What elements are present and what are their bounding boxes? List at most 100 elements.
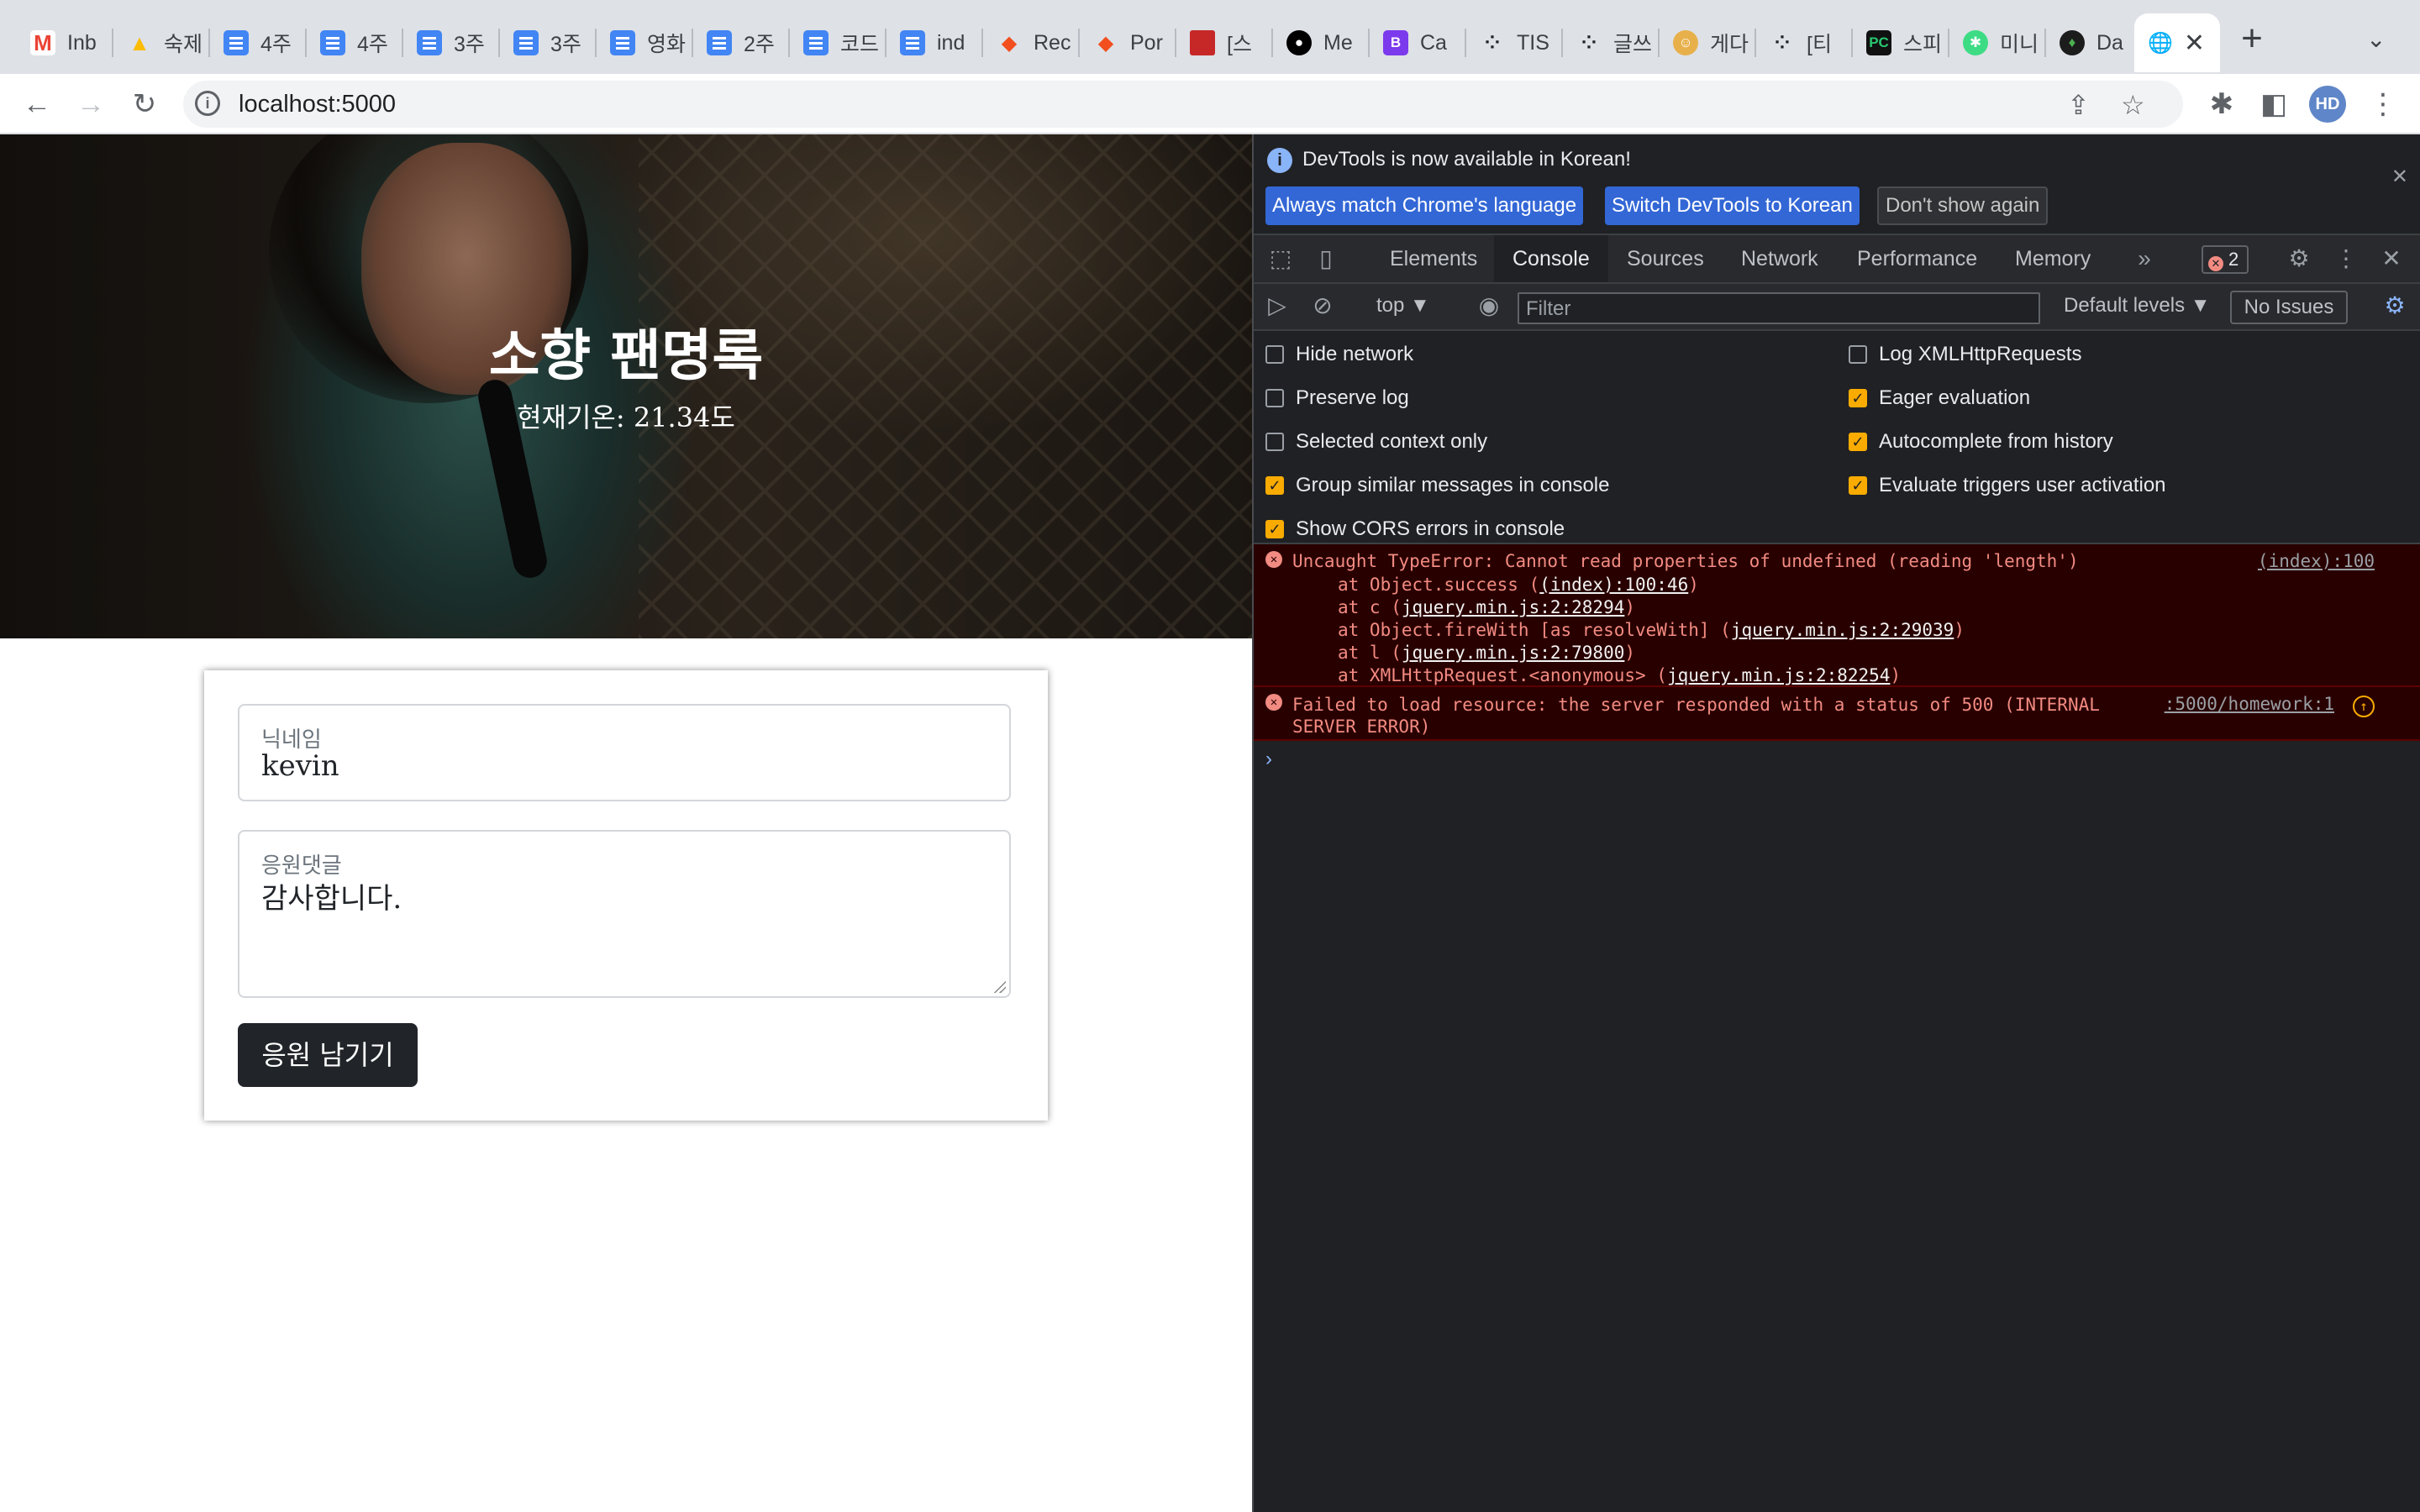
network-request-icon[interactable]: ↑ — [2353, 696, 2375, 717]
browser-tab[interactable]: 코드 — [790, 13, 886, 72]
console-setting-option[interactable]: Selected context only — [1265, 430, 1487, 454]
tab-performance[interactable]: Performance — [1857, 235, 1977, 282]
share-icon[interactable]: ⇪ — [2067, 89, 2090, 121]
browser-tab[interactable]: [스 — [1176, 13, 1273, 72]
nickname-field[interactable]: 닉네임 kevin — [238, 704, 1011, 801]
console-setting-option[interactable]: ✓ Group similar messages in console — [1265, 474, 1610, 497]
checkbox-unchecked-icon[interactable] — [1849, 345, 1867, 364]
stack-frame-link[interactable]: jquery.min.js:2:82254 — [1667, 665, 1891, 685]
devtools-settings-gear-icon[interactable]: ⚙ — [2284, 244, 2314, 274]
browser-menu-kebab-icon[interactable]: ⋮ — [2366, 87, 2400, 121]
browser-tab[interactable]: ♦ Da — [2046, 13, 2143, 72]
checkbox-checked-icon[interactable]: ✓ — [1849, 476, 1867, 495]
log-levels-dropdown[interactable]: Default levels ▼ — [2064, 294, 2211, 318]
more-tabs-chevron-icon[interactable]: » — [2129, 244, 2160, 274]
console-setting-option[interactable]: ✓ Evaluate triggers user activation — [1849, 474, 2166, 497]
browser-tab[interactable]: ind — [886, 13, 983, 72]
address-bar[interactable]: i localhost:5000 ⇪ ☆ — [183, 81, 2183, 128]
side-panel-icon[interactable]: ◧ — [2257, 87, 2291, 121]
checkbox-unchecked-icon[interactable] — [1265, 345, 1284, 364]
checkbox-unchecked-icon[interactable] — [1265, 433, 1284, 451]
dots-icon: ⁘ — [1581, 32, 1597, 53]
always-match-language-button[interactable]: Always match Chrome's language — [1265, 186, 1584, 225]
tab-search-chevron-icon[interactable]: ⌄ — [2366, 25, 2386, 53]
comment-textarea[interactable]: 응원댓글 감사합니다. — [238, 830, 1011, 998]
browser-tab[interactable]: 3주 — [403, 13, 500, 72]
browser-tab[interactable]: ✱ 미니 — [1949, 13, 2046, 72]
close-infobar-icon[interactable]: ✕ — [2391, 165, 2408, 189]
console-prompt-chevron-icon[interactable]: › — [1265, 748, 1272, 771]
checkbox-checked-icon[interactable]: ✓ — [1265, 476, 1284, 495]
error-source-link[interactable]: :5000/homework:1 — [2165, 694, 2334, 714]
stack-frame-link[interactable]: jquery.min.js:2:29039 — [1731, 620, 1954, 640]
browser-tab[interactable]: ☺ 게다 — [1660, 13, 1756, 72]
stack-frame-link[interactable]: jquery.min.js:2:79800 — [1402, 643, 1625, 663]
clear-console-icon[interactable]: ⊘ — [1307, 291, 1338, 321]
browser-tab[interactable]: 4주 — [210, 13, 307, 72]
browser-tab[interactable]: 4주 — [307, 13, 403, 72]
switch-to-korean-button[interactable]: Switch DevTools to Korean — [1605, 186, 1860, 225]
error-source-link[interactable]: (index):100 — [2258, 551, 2375, 571]
browser-tab[interactable]: ⁘ TIS — [1466, 13, 1563, 72]
browser-tab[interactable]: 영화 — [597, 13, 693, 72]
live-expression-eye-icon[interactable]: ◉ — [1474, 291, 1504, 321]
tab-network[interactable]: Network — [1741, 235, 1818, 282]
url-text[interactable]: localhost:5000 — [239, 91, 396, 118]
devtools-menu-kebab-icon[interactable]: ⋮ — [2331, 244, 2361, 274]
error-count-badge[interactable]: ✕ 2 — [2202, 245, 2249, 274]
tab-sources[interactable]: Sources — [1627, 235, 1704, 282]
inspect-element-icon[interactable]: ⬚ — [1265, 244, 1296, 274]
browser-tab[interactable]: ▲ 숙제 — [113, 13, 210, 72]
context-select[interactable]: top ▼ — [1376, 294, 1430, 318]
tab-console[interactable]: Console — [1494, 235, 1608, 282]
tab-title: Rec — [1034, 30, 1071, 55]
comment-value[interactable]: 감사합니다. — [261, 875, 402, 916]
console-setting-option[interactable]: ✓ Show CORS errors in console — [1265, 517, 1565, 541]
browser-tab[interactable]: ⁘ 글쓰 — [1563, 13, 1660, 72]
show-sidebar-icon[interactable]: ▷ — [1262, 291, 1292, 321]
browser-tab[interactable]: PC 스피 — [1853, 13, 1949, 72]
nickname-value[interactable]: kevin — [261, 749, 339, 783]
browser-tab[interactable]: ◆ Rec — [983, 13, 1080, 72]
browser-tab[interactable]: M Inb — [17, 13, 113, 72]
issues-button[interactable]: No Issues — [2230, 291, 2348, 324]
checkbox-checked-icon[interactable]: ✓ — [1265, 520, 1284, 538]
close-tab-icon[interactable]: ✕ — [2184, 29, 2205, 58]
device-toolbar-icon[interactable]: ▯ — [1311, 244, 1341, 274]
console-setting-option[interactable]: Preserve log — [1265, 386, 1409, 410]
forward-arrow-icon[interactable]: → — [74, 87, 108, 121]
browser-tab[interactable]: 🌐 ✕ — [2134, 13, 2220, 72]
setting-label: Autocomplete from history — [1879, 430, 2113, 453]
browser-tab[interactable]: 3주 — [500, 13, 597, 72]
console-settings-gear-icon[interactable]: ⚙ — [2380, 291, 2410, 321]
browser-tab[interactable]: B Ca — [1370, 13, 1466, 72]
console-setting-option[interactable]: Log XMLHttpRequests — [1849, 343, 2081, 366]
console-setting-option[interactable]: ✓ Autocomplete from history — [1849, 430, 2113, 454]
new-tab-button[interactable]: + — [2235, 20, 2269, 59]
reload-icon[interactable]: ↻ — [128, 87, 161, 121]
console-setting-option[interactable]: Hide network — [1265, 343, 1413, 366]
stack-frame-link[interactable]: jquery.min.js:2:28294 — [1402, 597, 1625, 617]
profile-avatar[interactable]: HD — [2309, 86, 2346, 123]
close-devtools-icon[interactable]: ✕ — [2376, 244, 2407, 274]
checkbox-checked-icon[interactable]: ✓ — [1849, 389, 1867, 407]
browser-tab[interactable]: ⁘ [티 — [1756, 13, 1853, 72]
bookmark-star-icon[interactable]: ☆ — [2121, 89, 2145, 121]
tab-elements[interactable]: Elements — [1390, 235, 1477, 282]
dont-show-again-button[interactable]: Don't show again — [1877, 186, 2049, 225]
browser-tab[interactable]: ● Me — [1273, 13, 1370, 72]
tab-memory[interactable]: Memory — [2015, 235, 2091, 282]
site-info-icon[interactable]: i — [195, 91, 220, 116]
browser-tab[interactable]: ◆ Por — [1080, 13, 1176, 72]
console-setting-option[interactable]: ✓ Eager evaluation — [1849, 386, 2030, 410]
submit-cheer-button[interactable]: 응원 남기기 — [238, 1023, 418, 1087]
console-filter-input[interactable]: Filter — [1518, 292, 2040, 324]
browser-tab[interactable]: 2주 — [693, 13, 790, 72]
checkbox-unchecked-icon[interactable] — [1265, 389, 1284, 407]
resize-handle-icon[interactable] — [992, 979, 1006, 993]
console-toolbar: ▷ ⊘ top ▼ ◉ Filter Default levels ▼ No I… — [1254, 284, 2420, 331]
extensions-puzzle-icon[interactable]: ✱ — [2205, 87, 2238, 121]
checkbox-checked-icon[interactable]: ✓ — [1849, 433, 1867, 451]
stack-frame-link[interactable]: (index):100:46 — [1539, 575, 1688, 595]
back-arrow-icon[interactable]: ← — [20, 87, 54, 121]
